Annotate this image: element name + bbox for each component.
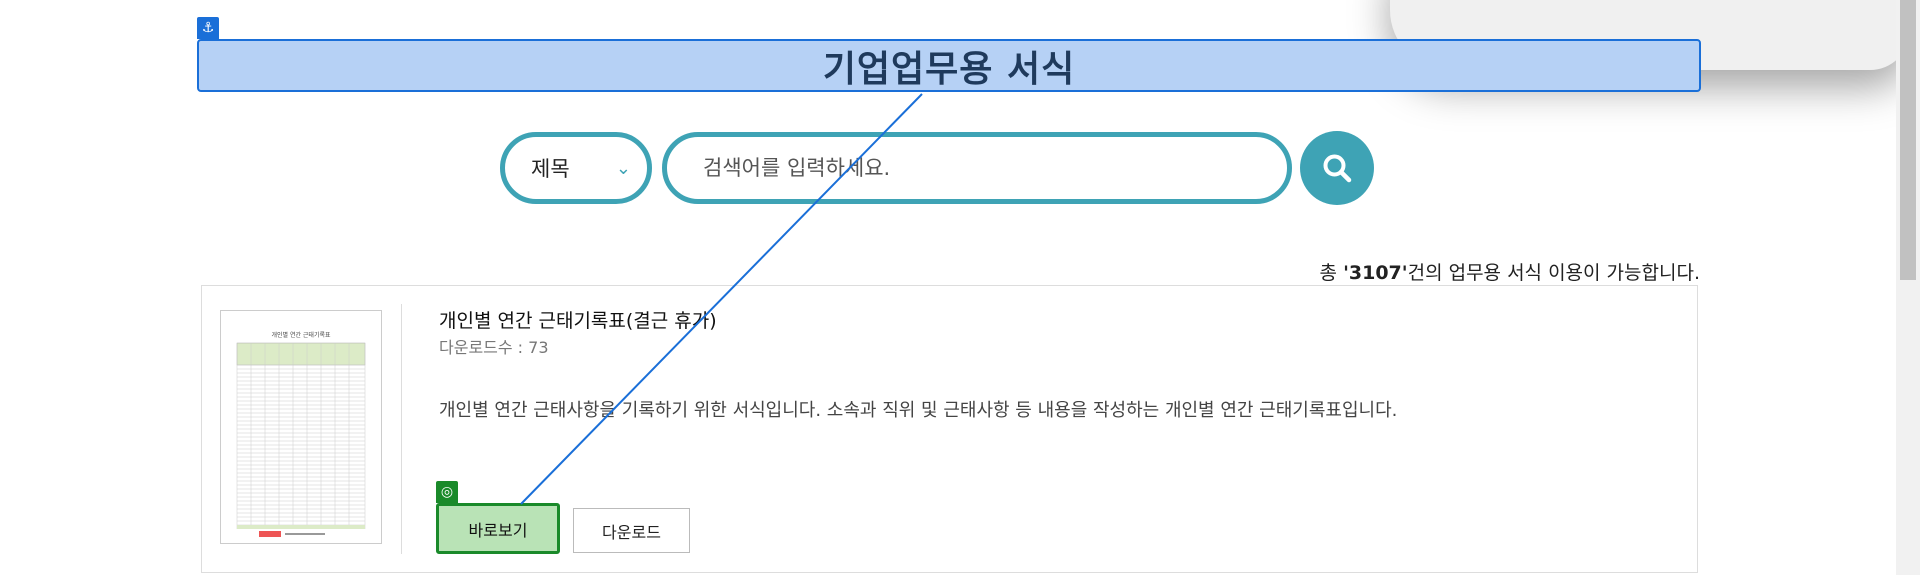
card-divider bbox=[401, 304, 402, 554]
search-icon bbox=[1323, 154, 1352, 183]
search-field-select[interactable]: 제목 ⌄ bbox=[500, 132, 652, 204]
download-count: 다운로드수 : 73 bbox=[439, 338, 549, 357]
download-button[interactable]: 다운로드 bbox=[573, 508, 690, 553]
select-value: 제목 bbox=[531, 157, 570, 181]
anchor-icon: ⚓ bbox=[197, 17, 219, 39]
document-preview-image: 개인별 연간 근태기록표 bbox=[221, 311, 381, 543]
result-count-suffix: 건의 업무용 서식 이용이 가능합니다. bbox=[1407, 262, 1700, 284]
result-count-text: 총 '3107'건의 업무용 서식 이용이 가능합니다. bbox=[1320, 258, 1700, 285]
document-title[interactable]: 개인별 연간 근태기록표(결근 휴가) bbox=[439, 306, 717, 333]
search-input[interactable] bbox=[662, 132, 1292, 204]
thumbnail-title: 개인별 연간 근태기록표 bbox=[271, 331, 330, 339]
page-scrollbar[interactable] bbox=[1896, 0, 1920, 575]
result-count-prefix: 총 bbox=[1319, 262, 1344, 284]
chevron-down-icon: ⌄ bbox=[615, 157, 631, 179]
result-item: 개인별 연간 근태기록표 개인별 연간 근태기록표(결근 휴가) 다운로드수 :… bbox=[201, 285, 1698, 573]
search-bar: 제목 ⌄ bbox=[500, 131, 1374, 205]
view-button[interactable]: 바로보기 bbox=[436, 503, 560, 554]
document-description: 개인별 연간 근태사항을 기록하기 위한 서식입니다. 소속과 직위 및 근태사… bbox=[439, 400, 1398, 421]
result-count-number: '3107' bbox=[1343, 262, 1408, 284]
page-title-bar: 기업업무용 서식 bbox=[197, 39, 1701, 92]
page-title: 기업업무용 서식 bbox=[822, 48, 1076, 90]
search-button[interactable] bbox=[1300, 131, 1374, 205]
document-thumbnail[interactable]: 개인별 연간 근태기록표 bbox=[220, 310, 382, 544]
scrollbar-thumb[interactable] bbox=[1900, 0, 1916, 280]
target-icon: ◎ bbox=[436, 481, 458, 503]
